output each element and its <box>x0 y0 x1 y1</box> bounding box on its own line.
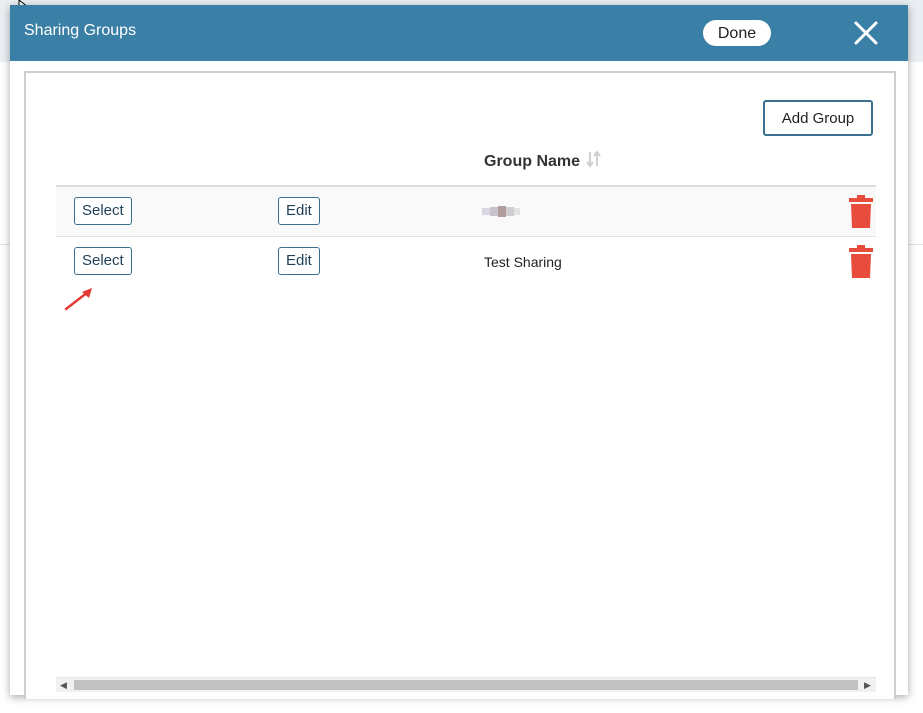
table-row: Select Edit Test Sharing <box>56 237 876 286</box>
scroll-right-arrow-icon[interactable]: ▶ <box>864 680 871 691</box>
modal-title: Sharing Groups <box>24 22 137 39</box>
horizontal-scrollbar[interactable]: ◀ ▶ <box>56 677 876 692</box>
redacted-group-name <box>482 206 520 217</box>
scrollbar-thumb[interactable] <box>74 680 858 690</box>
select-button[interactable]: Select <box>74 247 132 275</box>
group-name: Test Sharing <box>484 254 562 270</box>
edit-button[interactable]: Edit <box>278 197 320 225</box>
column-header-group-name[interactable]: Group Name <box>484 153 580 171</box>
modal-header: Sharing Groups Done <box>10 5 908 61</box>
add-group-button[interactable]: Add Group <box>763 100 873 136</box>
sharing-groups-modal: Sharing Groups Done Add Group Group Name… <box>10 5 908 699</box>
done-button[interactable]: Done <box>703 20 771 46</box>
table-row: Select Edit <box>56 187 876 237</box>
close-icon[interactable] <box>852 19 880 47</box>
background-row-divider <box>0 244 10 245</box>
modal-body: Add Group Group Name Select Edit Select … <box>24 71 896 699</box>
trash-icon[interactable] <box>848 245 874 279</box>
sort-icon[interactable] <box>586 150 602 168</box>
edit-button[interactable]: Edit <box>278 247 320 275</box>
background-row-divider <box>906 244 923 245</box>
annotation-arrow <box>64 288 92 311</box>
trash-icon[interactable] <box>848 195 874 229</box>
groups-table: Group Name Select Edit Select Edit Test … <box>56 143 876 673</box>
select-button[interactable]: Select <box>74 197 132 225</box>
scroll-left-arrow-icon[interactable]: ◀ <box>60 680 67 691</box>
